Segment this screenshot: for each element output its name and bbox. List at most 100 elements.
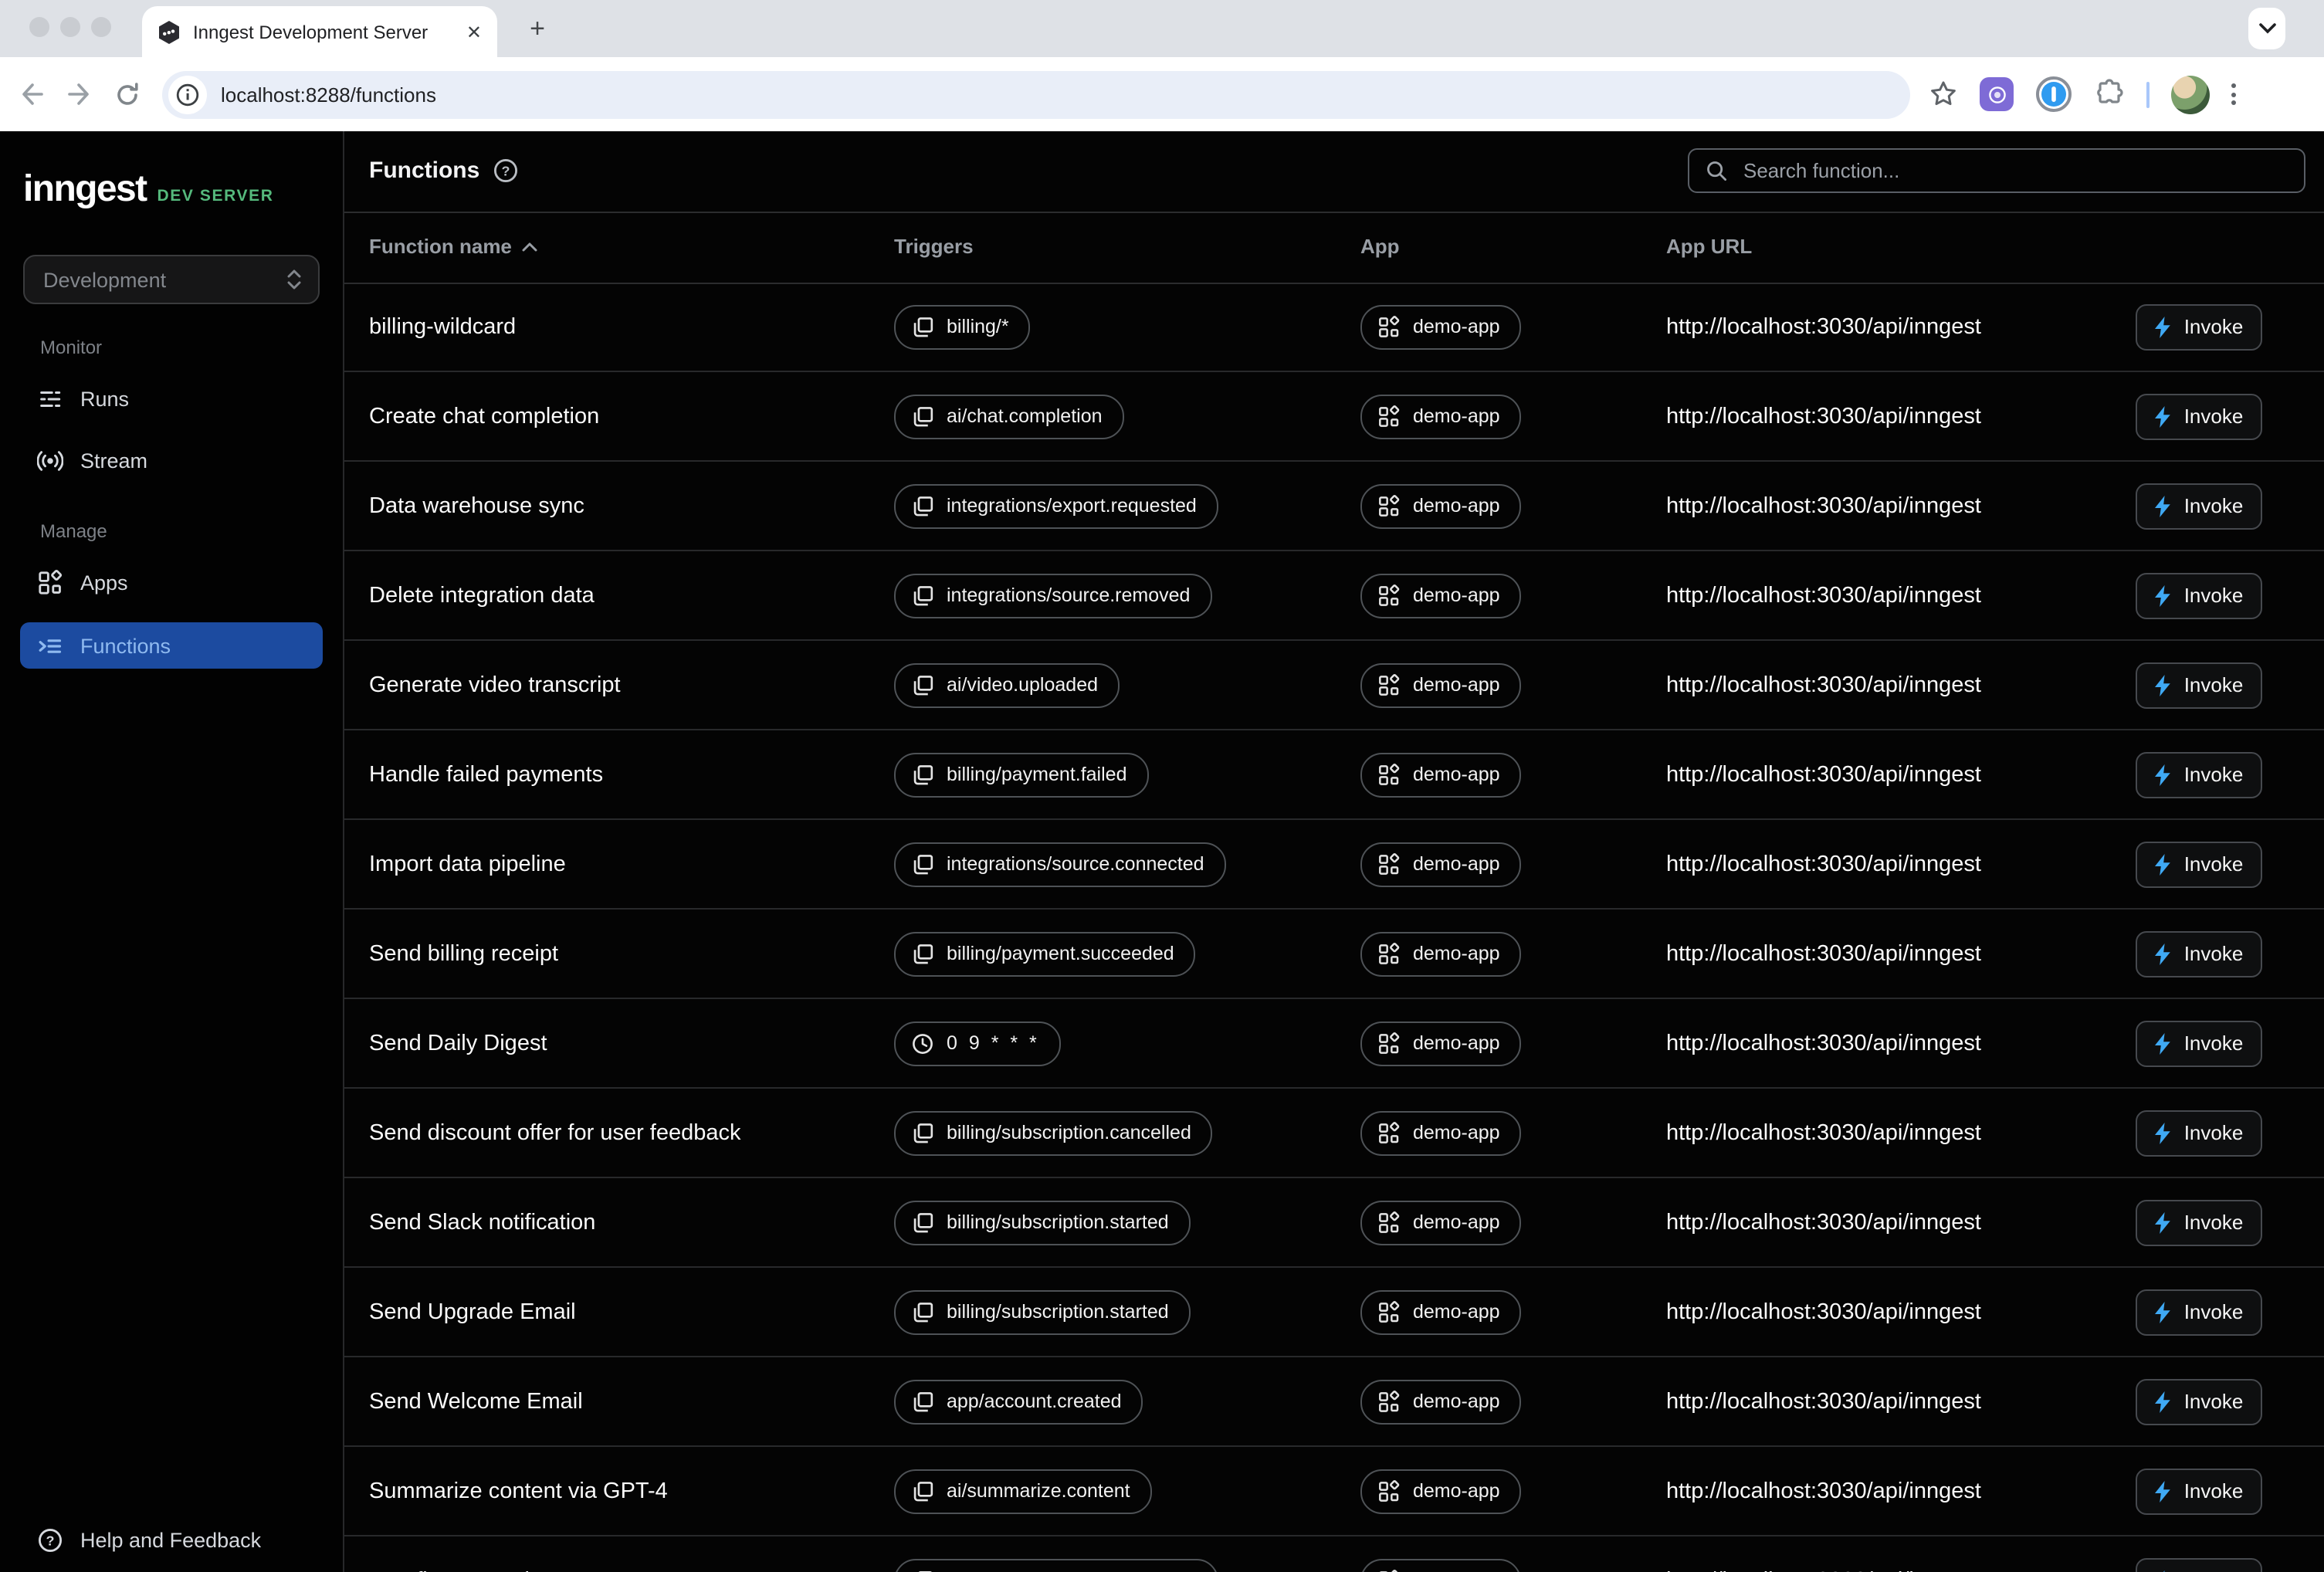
column-function-name[interactable]: Function name — [369, 235, 538, 258]
function-name[interactable]: Test flow control — [369, 1568, 530, 1572]
bolt-icon — [2155, 1480, 2172, 1502]
invoke-label: Invoke — [2184, 673, 2244, 696]
onepassword-icon[interactable] — [2035, 76, 2072, 113]
profile-avatar[interactable] — [2171, 75, 2210, 113]
table-row[interactable]: Test flow control integrations/export.re… — [344, 1536, 2324, 1572]
app-pill: demo-app — [1360, 1289, 1522, 1334]
sidebar-item-stream[interactable]: Stream — [20, 437, 323, 483]
browser-menu-icon[interactable] — [2231, 83, 2236, 105]
invoke-button[interactable]: Invoke — [2136, 751, 2262, 798]
invoke-button[interactable]: Invoke — [2136, 483, 2262, 529]
trigger-pill: integrations/source.removed — [894, 573, 1211, 618]
app-pill: demo-app — [1360, 1110, 1522, 1155]
trigger-label: integrations/source.connected — [947, 853, 1204, 875]
function-name[interactable]: Send Daily Digest — [369, 1031, 547, 1055]
function-name[interactable]: Send billing receipt — [369, 941, 558, 966]
invoke-button[interactable]: Invoke — [2136, 1289, 2262, 1335]
table-row[interactable]: Data warehouse sync integrations/export.… — [344, 462, 2324, 551]
app-url: http://localhost:3030/api/inngest — [1666, 1568, 1981, 1572]
search-box[interactable] — [1688, 148, 2305, 193]
browser-tab[interactable]: Inngest Development Server ✕ — [142, 6, 497, 57]
sidebar-item-functions[interactable]: Functions — [20, 622, 323, 669]
function-name[interactable]: Send Upgrade Email — [369, 1299, 576, 1324]
invoke-button[interactable]: Invoke — [2136, 841, 2262, 887]
function-name[interactable]: Delete integration data — [369, 583, 595, 608]
help-and-feedback[interactable]: ? Help and Feedback — [20, 1516, 323, 1563]
table-row[interactable]: Handle failed payments billing/payment.f… — [344, 730, 2324, 820]
site-info-icon[interactable] — [168, 75, 207, 113]
sidebar-item-apps[interactable]: Apps — [20, 559, 323, 605]
function-name[interactable]: Send Welcome Email — [369, 1389, 583, 1414]
tab-search-button[interactable] — [2248, 8, 2285, 49]
app-label: demo-app — [1413, 674, 1500, 696]
sidebar-item-runs[interactable]: Runs — [20, 375, 323, 422]
apps-icon — [1377, 405, 1401, 428]
table-row[interactable]: Send billing receipt billing/payment.suc… — [344, 910, 2324, 999]
app-pill: demo-app — [1360, 752, 1522, 797]
page-help-icon[interactable]: ? — [493, 158, 519, 184]
table-row[interactable]: billing-wildcard billing/* demo-app http… — [344, 283, 2324, 372]
table-row[interactable]: Send Slack notification billing/subscrip… — [344, 1178, 2324, 1268]
table-row[interactable]: Send Welcome Email app/account.created d… — [344, 1357, 2324, 1447]
minimize-window-button[interactable] — [60, 17, 80, 37]
extension-icon-purple[interactable] — [1980, 77, 2014, 111]
invoke-button[interactable]: Invoke — [2136, 930, 2262, 977]
function-name[interactable]: Send Slack notification — [369, 1210, 595, 1235]
forward-icon[interactable] — [66, 82, 93, 107]
trigger-pill: integrations/export.requested — [894, 483, 1218, 528]
app-pill: demo-app — [1360, 1558, 1522, 1572]
app-url: http://localhost:3030/api/inngest — [1666, 1479, 1981, 1503]
address-bar[interactable]: localhost:8288/functions — [162, 70, 1910, 118]
back-icon[interactable] — [19, 82, 45, 107]
close-window-button[interactable] — [29, 17, 49, 37]
url-text: localhost:8288/functions — [221, 83, 436, 106]
invoke-button[interactable]: Invoke — [2136, 662, 2262, 708]
function-name[interactable]: Handle failed payments — [369, 762, 603, 787]
tab-close-icon[interactable]: ✕ — [466, 22, 482, 41]
table-row[interactable]: Send Upgrade Email billing/subscription.… — [344, 1268, 2324, 1357]
function-name[interactable]: Create chat completion — [369, 404, 599, 429]
functions-icon — [37, 632, 63, 659]
app-label: demo-app — [1413, 764, 1500, 785]
table-row[interactable]: Import data pipeline integrations/source… — [344, 820, 2324, 910]
new-tab-button[interactable]: + — [520, 12, 554, 46]
zoom-window-button[interactable] — [91, 17, 111, 37]
browser-toolbar: localhost:8288/functions — [0, 57, 2324, 131]
table-row[interactable]: Delete integration data integrations/sou… — [344, 551, 2324, 641]
invoke-button[interactable]: Invoke — [2136, 1378, 2262, 1425]
app-url: http://localhost:3030/api/inngest — [1666, 1031, 1981, 1055]
invoke-button[interactable]: Invoke — [2136, 1557, 2262, 1572]
invoke-button[interactable]: Invoke — [2136, 303, 2262, 350]
trigger-pill: billing/* — [894, 304, 1031, 349]
apps-icon — [1377, 1479, 1401, 1503]
function-name[interactable]: Data warehouse sync — [369, 493, 584, 518]
main-content: Functions ? Function name Triggers App A… — [344, 131, 2324, 1572]
table-row[interactable]: Send discount offer for user feedback bi… — [344, 1089, 2324, 1178]
table-row[interactable]: Send Daily Digest 0 9 * * * demo-app htt… — [344, 999, 2324, 1089]
stream-icon — [37, 447, 63, 473]
invoke-button[interactable]: Invoke — [2136, 1110, 2262, 1156]
environment-select[interactable]: Development — [23, 255, 320, 304]
event-icon — [911, 1211, 934, 1234]
table-row[interactable]: Create chat completion ai/chat.completio… — [344, 372, 2324, 462]
reload-icon[interactable] — [114, 81, 141, 107]
table-row[interactable]: Generate video transcript ai/video.uploa… — [344, 641, 2324, 730]
app-label: demo-app — [1413, 316, 1500, 337]
table-row[interactable]: Summarize content via GPT-4 ai/summarize… — [344, 1447, 2324, 1536]
bookmark-star-icon[interactable] — [1929, 80, 1958, 108]
search-input[interactable] — [1740, 158, 2288, 184]
invoke-button[interactable]: Invoke — [2136, 1020, 2262, 1066]
function-name[interactable]: Send discount offer for user feedback — [369, 1120, 741, 1145]
invoke-button[interactable]: Invoke — [2136, 1468, 2262, 1514]
invoke-button[interactable]: Invoke — [2136, 1199, 2262, 1245]
extensions-puzzle-icon[interactable] — [2094, 79, 2125, 110]
function-name[interactable]: Summarize content via GPT-4 — [369, 1479, 668, 1503]
invoke-button[interactable]: Invoke — [2136, 393, 2262, 439]
column-triggers: Triggers — [894, 235, 974, 258]
function-name[interactable]: billing-wildcard — [369, 314, 516, 339]
function-name[interactable]: Import data pipeline — [369, 852, 566, 876]
window-controls[interactable] — [29, 17, 111, 37]
function-name[interactable]: Generate video transcript — [369, 673, 621, 697]
table-header: Function name Triggers App App URL — [344, 213, 2324, 284]
invoke-button[interactable]: Invoke — [2136, 572, 2262, 618]
